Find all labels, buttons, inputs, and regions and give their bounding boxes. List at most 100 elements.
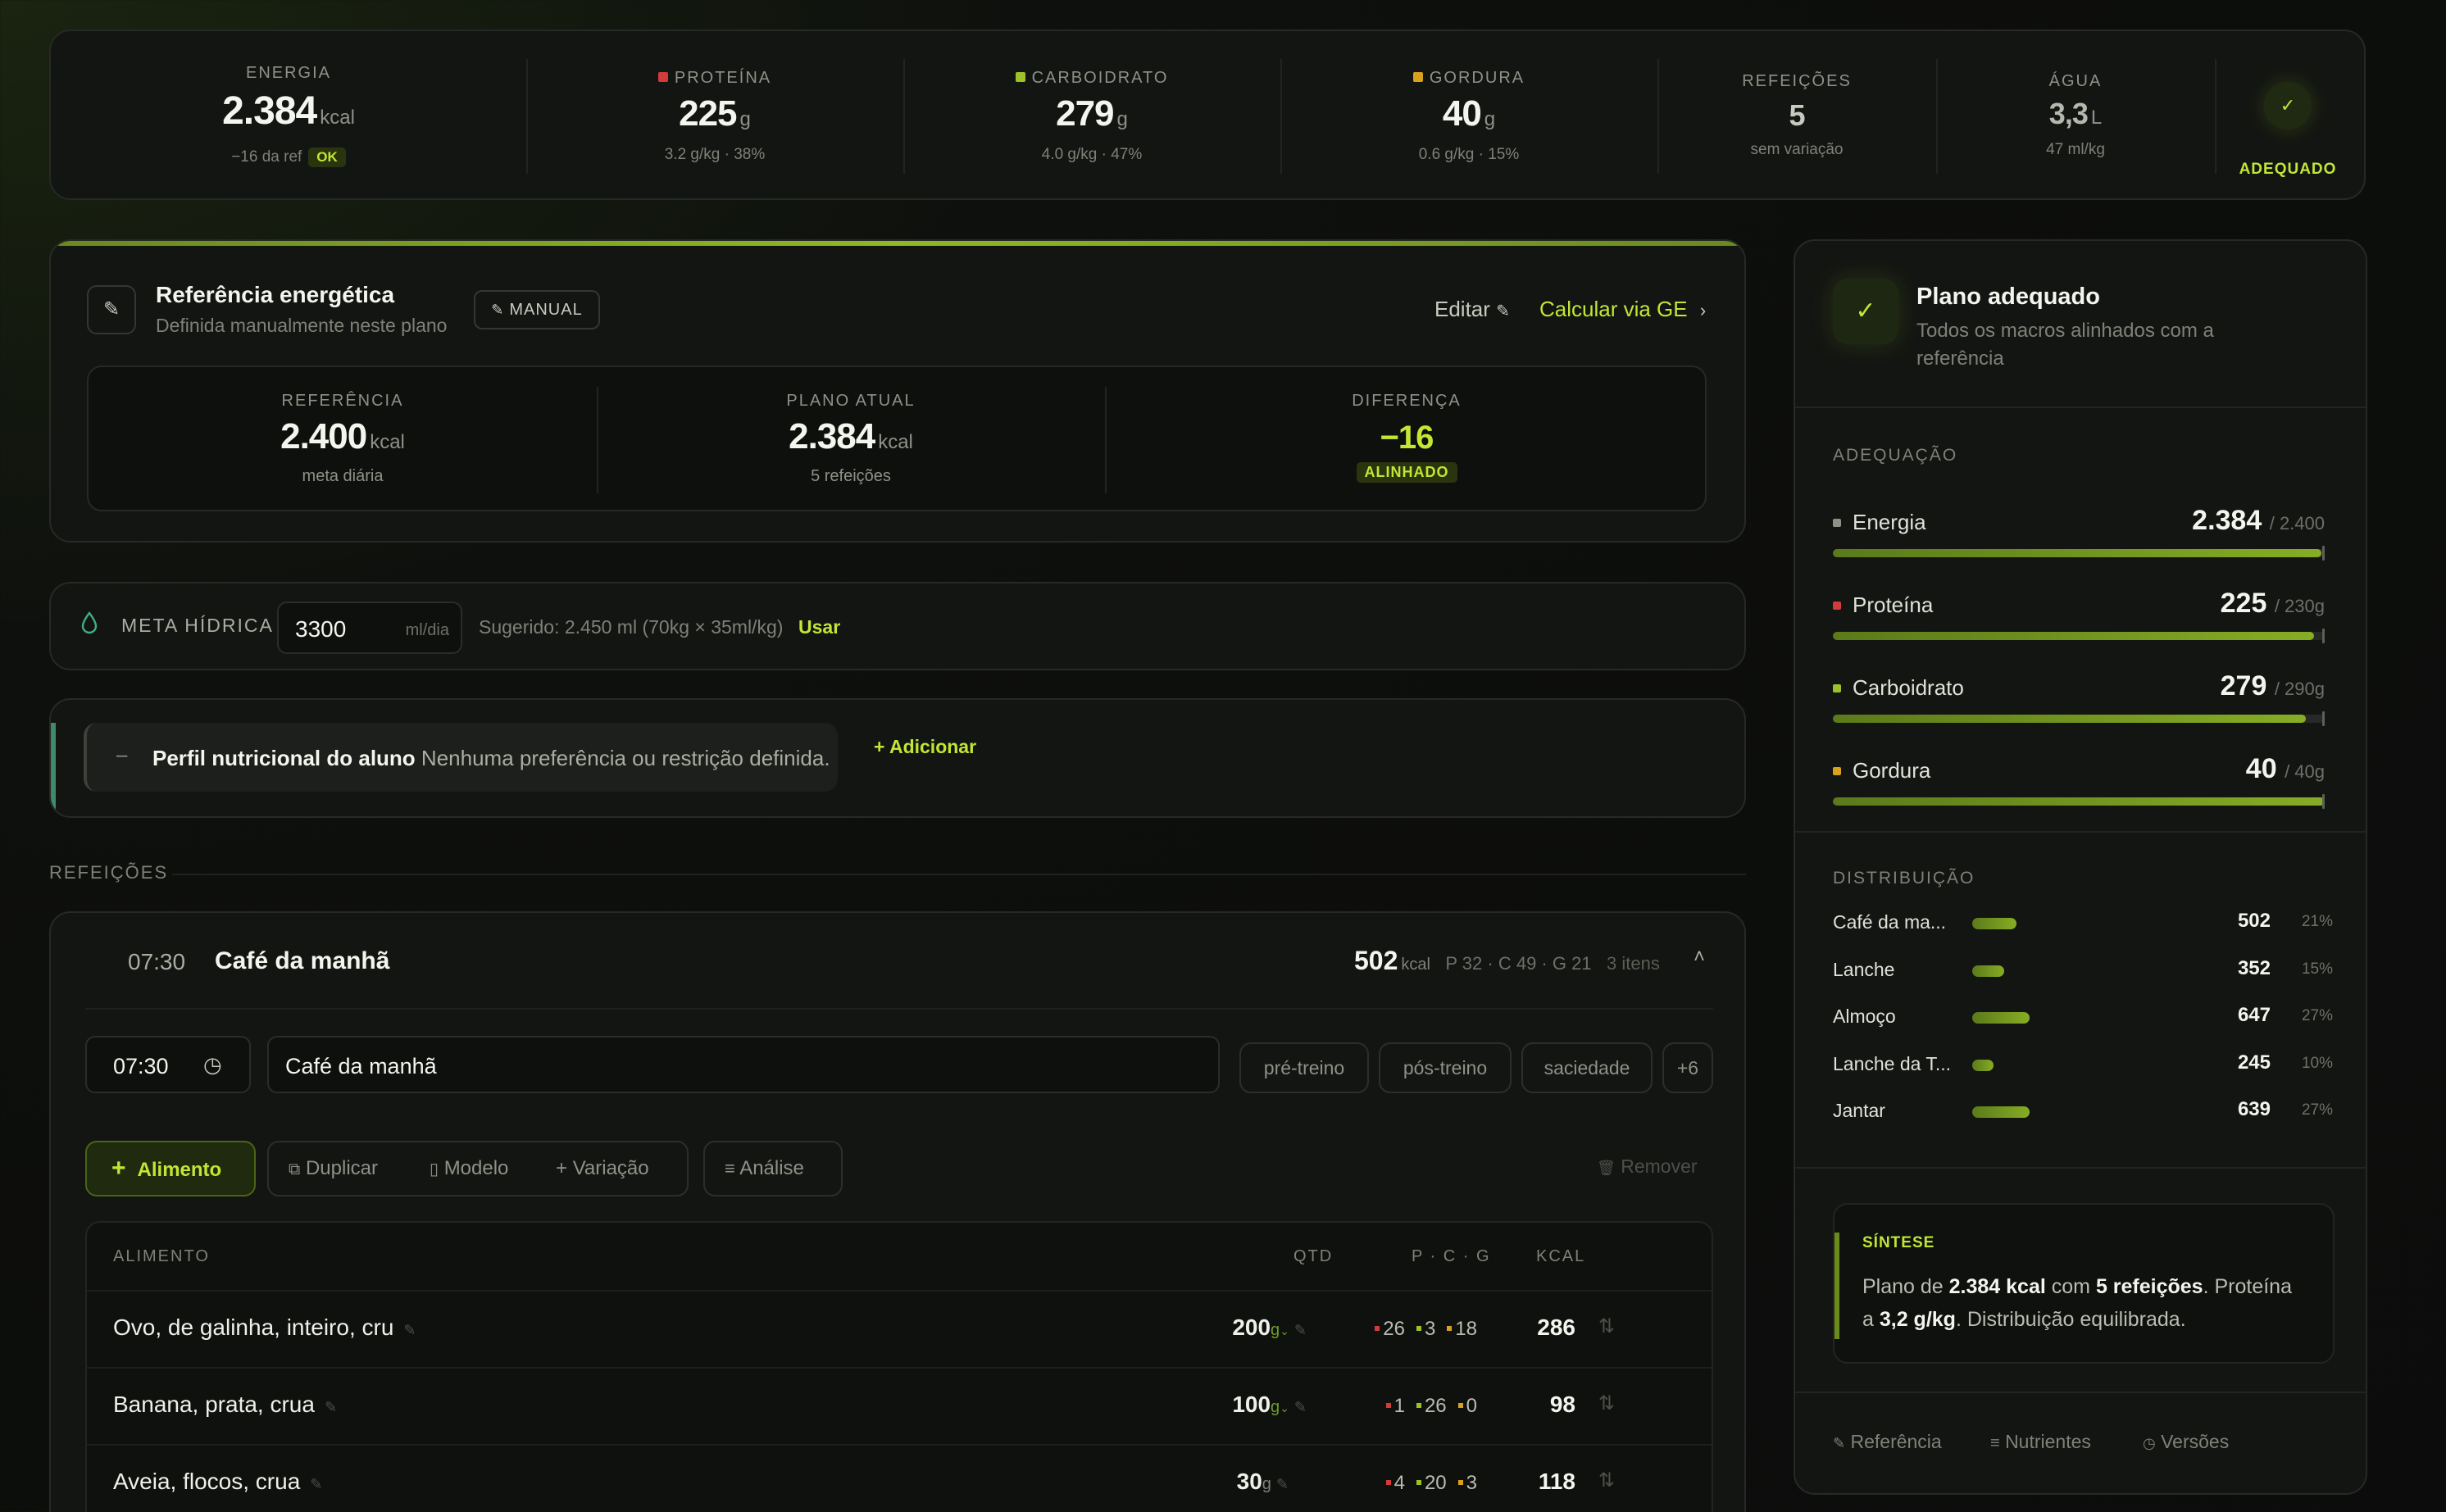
distribution-value: 352 xyxy=(2237,956,2271,979)
reorder-icon[interactable]: ⇅ xyxy=(1598,1314,1615,1338)
footer-nutrients-link[interactable]: ≡ Nutrientes xyxy=(1990,1431,2091,1453)
pencil-icon[interactable]: ✎ xyxy=(87,285,136,334)
table-row[interactable]: Banana, prata, crua ✎ 100g⌄ ✎ 1 26 0 98 ⇅ xyxy=(87,1367,1712,1444)
stat-sub: sem variação xyxy=(1750,141,1844,158)
gordura-label: GORDURA xyxy=(1429,69,1525,87)
template-button[interactable]: ▯ Modelo xyxy=(430,1142,508,1196)
stat-sub: 4.0 g/kg · 47% xyxy=(1041,146,1143,163)
adequacy-reference: / 230g xyxy=(2274,596,2325,616)
carb-dot xyxy=(1015,72,1025,82)
panel-subtitle-2: referência xyxy=(1916,347,2004,370)
synthesis-part: a xyxy=(1862,1308,1880,1331)
water-goal-input[interactable]: 3300 ml/dia xyxy=(277,602,462,654)
adequacy-row: Carboidrato 279 / 290g xyxy=(1833,670,2325,754)
add-food-button[interactable]: + Alimento xyxy=(85,1141,256,1196)
adequacy-current: 40 xyxy=(2245,753,2277,784)
plan-label: PLANO ATUAL xyxy=(786,392,916,410)
adequacy-label: ADEQUAÇÃO xyxy=(1833,446,1958,465)
macro-dot xyxy=(1833,684,1841,692)
food-table: ALIMENTO QTD P · C · G KCAL Ovo, de gali… xyxy=(85,1221,1713,1512)
adequacy-panel: ✓ Plano adequado Todos os macros alinhad… xyxy=(1794,239,2367,1495)
carboidrato-unit: g xyxy=(1116,108,1128,130)
tag-more[interactable]: +6 xyxy=(1662,1042,1713,1093)
macro-dot xyxy=(1833,767,1841,775)
distribution-value: 639 xyxy=(2237,1098,2271,1120)
adequacy-track xyxy=(1833,546,2325,561)
synthesis-text: Plano de 2.384 kcal com 5 refeições. Pro… xyxy=(1862,1270,2321,1336)
food-kcal: 98 xyxy=(1549,1392,1575,1417)
reorder-icon[interactable]: ⇅ xyxy=(1598,1392,1615,1415)
variation-button[interactable]: + Variação xyxy=(556,1142,649,1195)
reorder-icon[interactable]: ⇅ xyxy=(1598,1469,1615,1492)
panel-divider xyxy=(1795,831,2366,833)
synthesis-part: . Proteína xyxy=(2203,1275,2292,1298)
pencil-icon[interactable]: ✎ xyxy=(403,1322,416,1338)
stat-label: ÁGUA xyxy=(2048,72,2103,90)
meal-time-input[interactable]: 07:30 ◷ xyxy=(85,1036,251,1093)
tag-pos-treino[interactable]: pós-treino xyxy=(1379,1042,1512,1093)
add-profile-link[interactable]: + Adicionar xyxy=(874,736,976,758)
qty-value: 200 xyxy=(1232,1314,1271,1340)
distribution-row: Lanche da T... 245 10% xyxy=(1833,1048,2333,1081)
stat-value: 2.384 kcal xyxy=(51,89,526,134)
stat-gordura: GORDURA 40 g 0.6 g/kg · 15% xyxy=(1280,31,1657,202)
fat-value: 3 xyxy=(1466,1472,1477,1494)
pencil-small-icon: ✎ xyxy=(491,302,505,318)
carb-dot xyxy=(1416,1479,1421,1485)
gordura-unit: g xyxy=(1484,108,1496,130)
stat-label: GORDURA xyxy=(1280,69,1657,88)
pencil-icon[interactable]: ✎ xyxy=(310,1476,322,1492)
food-qty[interactable]: 100g⌄ ✎ xyxy=(1232,1392,1307,1418)
duplicate-icon: ⧉ xyxy=(289,1160,301,1178)
target-tick xyxy=(2322,794,2325,809)
adequacy-reference: / 2.400 xyxy=(2269,513,2325,534)
adequacy-fill xyxy=(1833,549,2321,557)
adequacy-value: 2.384 / 2.400 xyxy=(2192,505,2325,537)
adequacy-name: Carboidrato xyxy=(1833,675,1964,701)
chevron-up-icon[interactable]: ˄ xyxy=(1694,946,1705,969)
tag-saciedade[interactable]: saciedade xyxy=(1521,1042,1653,1093)
food-label: Aveia, flocos, crua xyxy=(113,1469,301,1494)
food-qty[interactable]: 30g ✎ xyxy=(1237,1469,1289,1495)
footer-reference-link[interactable]: ✎ Referência xyxy=(1833,1431,1942,1453)
duplicate-button[interactable]: ⧉ Duplicar xyxy=(289,1142,378,1196)
meal-macros: P 32 · C 49 · G 21 xyxy=(1445,953,1592,974)
meal-kcal-unit: kcal xyxy=(1401,956,1430,974)
water-goal-unit: ml/dia xyxy=(405,621,449,639)
adequacy-track xyxy=(1833,794,2325,809)
food-qty[interactable]: 200g⌄ ✎ xyxy=(1232,1314,1307,1341)
distribution-value: 245 xyxy=(2237,1051,2271,1074)
agua-value: 3,3 xyxy=(2048,97,2089,130)
distribution-bar xyxy=(1972,1106,2030,1118)
summary-bar: ENERGIA 2.384 kcal −16 da ref OK PROTEÍNA … xyxy=(49,30,2366,200)
calc-ge-link[interactable]: Calcular via GE › xyxy=(1539,297,1706,322)
use-suggestion-link[interactable]: Usar xyxy=(798,616,840,638)
meal-name-input[interactable]: Café da manhã xyxy=(267,1036,1220,1093)
tag-pre-treino[interactable]: pré-treino xyxy=(1239,1042,1369,1093)
pencil-icon: ✎ xyxy=(1833,1435,1846,1451)
proteina-value: 225 xyxy=(679,93,737,134)
stat-label: ENERGIA xyxy=(245,64,332,82)
qty-unit: g xyxy=(1271,1398,1280,1416)
col-header-food: ALIMENTO xyxy=(113,1247,210,1265)
calc-label: Calcular via GE xyxy=(1539,297,1688,321)
pencil-icon[interactable]: ✎ xyxy=(325,1399,337,1415)
analysis-button[interactable]: ≡ Análise xyxy=(703,1141,843,1196)
profile-card: – Perfil nutricional do aluno Nenhuma pr… xyxy=(49,698,1746,818)
meal-name-value: Café da manhã xyxy=(285,1054,437,1078)
remove-button[interactable]: 🗑 Remover xyxy=(1597,1156,1698,1178)
edit-link[interactable]: Editar ✎ xyxy=(1434,297,1510,322)
col-header-qty: QTD xyxy=(1293,1247,1334,1265)
qty-value: 100 xyxy=(1232,1392,1271,1417)
adequacy-fill xyxy=(1833,715,2307,723)
target-tick xyxy=(2322,711,2325,726)
footer-versions-link[interactable]: ◷ Versões xyxy=(2143,1431,2229,1453)
synthesis-protein: 3,2 g/kg xyxy=(1879,1308,1956,1331)
table-row[interactable]: Aveia, flocos, crua ✎ 30g ✎ 4 20 3 118 ⇅ xyxy=(87,1444,1712,1512)
distribution-name: Lanche xyxy=(1833,958,1895,980)
footer-reference-label: Referência xyxy=(1850,1431,1942,1452)
energia-value: 2.384 xyxy=(222,89,317,133)
table-row[interactable]: Ovo, de galinha, inteiro, cru ✎ 200g⌄ ✎ 26… xyxy=(87,1290,1712,1367)
food-macros: 1 26 0 xyxy=(1375,1395,1477,1418)
ref-sub: meta diária xyxy=(302,467,384,485)
